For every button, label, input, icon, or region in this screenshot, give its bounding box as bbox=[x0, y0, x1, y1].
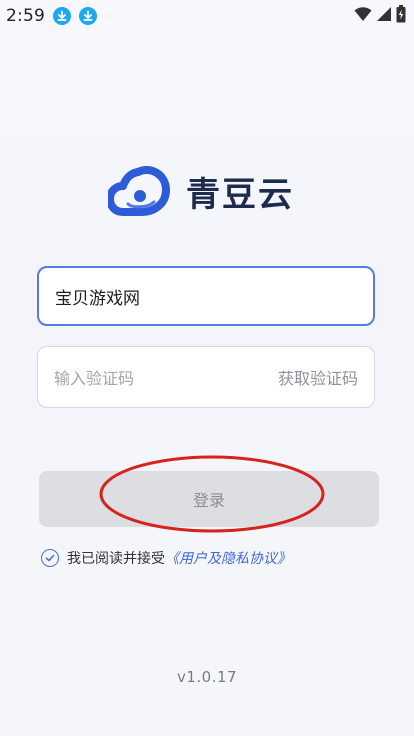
app-logo: 青豆云 bbox=[108, 163, 308, 219]
battery-charging-icon bbox=[396, 5, 406, 27]
brand-name: 青豆云 bbox=[186, 174, 294, 215]
status-right bbox=[354, 5, 406, 27]
status-bar: 2:59 bbox=[0, 0, 414, 32]
status-left: 2:59 bbox=[6, 6, 97, 26]
account-value: 宝贝游戏网 bbox=[55, 288, 140, 309]
account-input[interactable]: 宝贝游戏网 bbox=[37, 266, 375, 326]
check-circle-icon[interactable] bbox=[41, 549, 59, 567]
download-icon bbox=[52, 7, 71, 25]
clock: 2:59 bbox=[6, 6, 45, 26]
verification-code-input[interactable]: 输入验证码 获取验证码 bbox=[37, 346, 375, 408]
cloud-logo-icon bbox=[108, 164, 174, 218]
code-placeholder: 输入验证码 bbox=[54, 369, 135, 388]
login-button[interactable]: 登录 bbox=[39, 471, 379, 527]
download-icon bbox=[78, 7, 97, 25]
privacy-agreement-link[interactable]: 《用户及隐私协议》 bbox=[165, 548, 291, 568]
get-code-button[interactable]: 获取验证码 bbox=[278, 365, 358, 389]
version-label: v1.0.17 bbox=[176, 668, 238, 686]
wifi-icon bbox=[354, 6, 372, 26]
agreement-text: 我已阅读并接受 bbox=[67, 551, 165, 567]
cellular-signal-icon bbox=[376, 6, 392, 26]
agreement-row: 我已阅读并接受 《用户及隐私协议》 bbox=[41, 548, 291, 568]
